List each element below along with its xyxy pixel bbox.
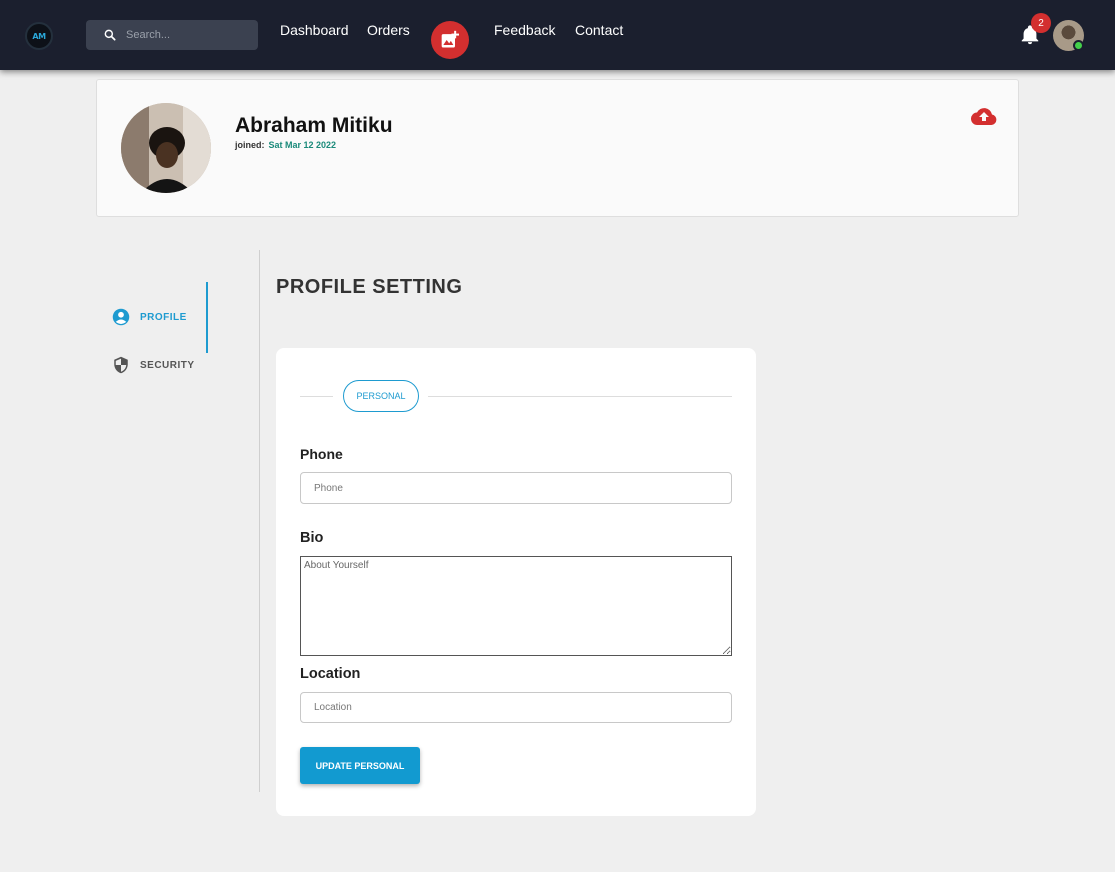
phone-label: Phone: [300, 446, 343, 462]
top-navbar: AM Dashboard Orders Feedback Contact 2: [0, 0, 1115, 70]
search-input[interactable]: [126, 20, 251, 50]
section-divider-right: [428, 396, 732, 397]
personal-settings-form: PERSONAL Phone Bio Location UPDATE PERSO…: [276, 348, 756, 816]
joined-info: joined: Sat Mar 12 2022: [235, 140, 336, 150]
nav-link-feedback[interactable]: Feedback: [494, 22, 555, 38]
section-divider-left: [300, 396, 333, 397]
bio-label: Bio: [300, 530, 324, 546]
nav-link-contact[interactable]: Contact: [575, 22, 623, 38]
location-label: Location: [300, 666, 361, 682]
side-menu-label-security: SECURITY: [140, 359, 195, 371]
side-menu-item-profile[interactable]: PROFILE: [112, 308, 187, 326]
update-personal-button[interactable]: UPDATE PERSONAL: [300, 747, 420, 784]
bio-textarea[interactable]: [300, 556, 732, 656]
vertical-divider: [259, 250, 260, 792]
active-tab-indicator: [206, 282, 208, 353]
page-title: PROFILE SETTING: [276, 276, 463, 298]
profile-name: Abraham Mitiku: [235, 114, 393, 137]
side-menu-item-security[interactable]: SECURITY: [112, 356, 195, 374]
joined-date: Sat Mar 12 2022: [268, 140, 337, 150]
nav-link-orders[interactable]: Orders: [367, 22, 410, 38]
add-photo-icon: [441, 30, 459, 48]
add-photo-button[interactable]: [431, 21, 469, 59]
section-tab-personal[interactable]: PERSONAL: [343, 380, 419, 412]
search-icon: [104, 29, 116, 41]
profile-header-card: Abraham Mitiku joined: Sat Mar 12 2022: [96, 79, 1019, 217]
shield-icon: [114, 356, 128, 374]
joined-label: joined:: [235, 140, 265, 150]
search-box: [86, 20, 258, 50]
profile-avatar: [121, 103, 211, 193]
location-input[interactable]: [300, 692, 732, 723]
nav-link-dashboard[interactable]: Dashboard: [280, 22, 349, 38]
account-circle-icon: [112, 308, 130, 326]
online-status-indicator: [1073, 40, 1084, 51]
notification-badge: 2: [1031, 13, 1051, 33]
side-menu-label-profile: PROFILE: [140, 311, 187, 323]
logo-text: AM: [32, 31, 46, 41]
logo[interactable]: AM: [25, 22, 53, 50]
cloud-upload-icon[interactable]: [971, 106, 997, 126]
phone-input[interactable]: [300, 472, 732, 504]
